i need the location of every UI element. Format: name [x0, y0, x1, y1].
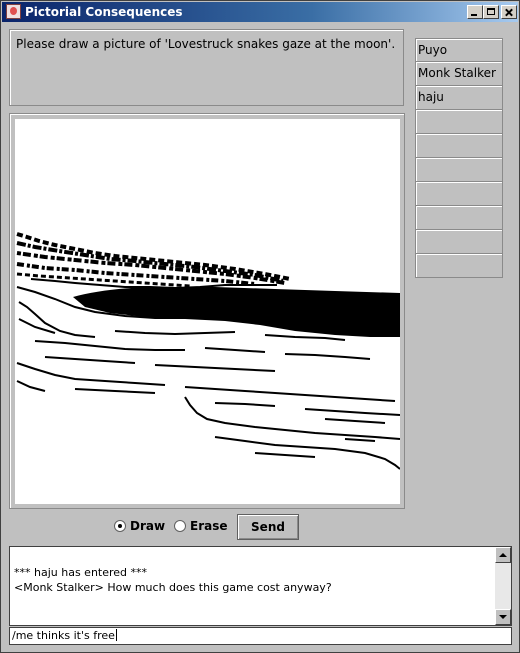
close-button[interactable] — [501, 5, 517, 19]
erase-radio-label: Erase — [190, 519, 228, 533]
player-slot: haju — [415, 86, 503, 110]
player-list: Puyo Monk Stalker haju — [415, 38, 503, 278]
erase-radio-indicator[interactable] — [174, 520, 186, 532]
erase-radio[interactable]: Erase — [174, 519, 234, 535]
app-window: Pictorial Consequences Please draw a pic… — [0, 0, 520, 653]
draw-radio[interactable]: Draw — [114, 519, 174, 535]
player-slot — [415, 230, 503, 254]
player-slot — [415, 158, 503, 182]
chat-line: *** haju has entered *** — [14, 566, 148, 579]
canvas-frame — [9, 113, 405, 509]
prompt-panel: Please draw a picture of 'Lovestruck sna… — [9, 29, 404, 106]
player-slot — [415, 182, 503, 206]
send-button[interactable]: Send — [237, 514, 299, 540]
maximize-button[interactable] — [483, 5, 499, 19]
chat-log: *** haju has entered *** <Monk Stalker> … — [14, 565, 332, 595]
player-slot: Puyo — [415, 38, 503, 62]
player-slot — [415, 110, 503, 134]
scroll-up-icon[interactable] — [495, 547, 511, 563]
text-caret — [115, 629, 117, 641]
sketch-drawing — [16, 232, 400, 470]
minimize-button[interactable] — [467, 5, 483, 19]
prompt-text: Please draw a picture of 'Lovestruck sna… — [16, 37, 396, 51]
chat-log-area[interactable]: *** haju has entered *** <Monk Stalker> … — [9, 546, 512, 626]
draw-radio-indicator[interactable] — [114, 520, 126, 532]
player-slot — [415, 254, 503, 278]
draw-radio-label: Draw — [130, 519, 166, 533]
chat-scrollbar[interactable] — [495, 547, 511, 625]
player-slot — [415, 134, 503, 158]
drawing-canvas[interactable] — [15, 119, 400, 504]
scroll-down-icon[interactable] — [495, 609, 511, 625]
chat-input-value: /me thinks it's free — [12, 629, 115, 642]
title-bar[interactable]: Pictorial Consequences — [2, 2, 518, 22]
window-title: Pictorial Consequences — [25, 5, 183, 19]
chat-line: <Monk Stalker> How much does this game c… — [14, 581, 332, 594]
app-icon — [6, 4, 21, 19]
chat-input[interactable]: /me thinks it's free — [9, 627, 512, 645]
player-slot: Monk Stalker — [415, 62, 503, 86]
player-slot — [415, 206, 503, 230]
